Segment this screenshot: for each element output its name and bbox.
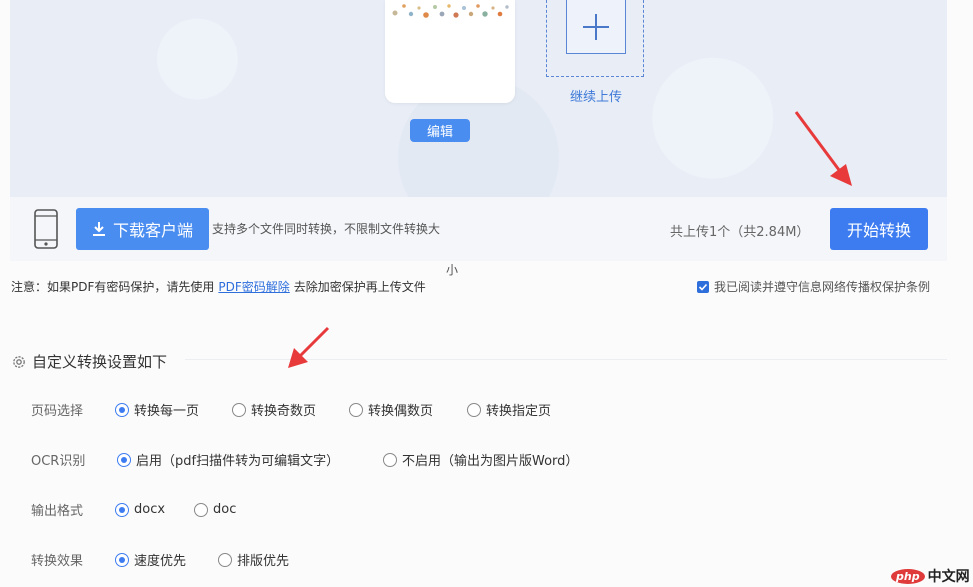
download-icon (92, 222, 105, 236)
download-client-button[interactable]: 下载客户端 (76, 208, 209, 250)
output-format-row: 输出格式 docx doc (31, 500, 236, 519)
file-thumbnail[interactable] (385, 0, 515, 103)
radio-layout-first[interactable] (218, 552, 232, 567)
option-every-page-label: 转换每一页 (134, 404, 200, 419)
upload-total-text: 共上传1个（共2.84M） (670, 225, 810, 240)
option-docx[interactable]: docx (115, 502, 194, 517)
option-odd-pages-label: 转换奇数页 (251, 404, 317, 419)
radio-doc[interactable] (194, 502, 208, 517)
agreement-label: 我已阅读并遵守信息网络传播权保护条例 (714, 280, 931, 294)
option-specific-pages-label: 转换指定页 (486, 404, 552, 419)
option-ocr-enable[interactable]: 启用（pdf扫描件转为可编辑文字） (117, 450, 383, 469)
settings-title-text: 自定义转换设置如下 (32, 353, 168, 371)
download-client-label: 下载客户端 (112, 221, 193, 240)
php-watermark-text: 中文网 (927, 569, 970, 585)
radio-specific-pages[interactable] (467, 402, 481, 417)
option-speed-first-label: 速度优先 (134, 554, 187, 569)
option-specific-pages[interactable]: 转换指定页 (467, 400, 551, 419)
conversion-effect-label: 转换效果 (31, 554, 84, 569)
red-arrow-start-convert (794, 111, 852, 186)
radio-speed-first[interactable] (115, 552, 129, 567)
settings-title: 自定义转换设置如下 (11, 351, 167, 372)
notice-prefix: 注意：如果PDF有密码保护，请先使用 (11, 280, 215, 294)
output-format-label: 输出格式 (31, 504, 84, 519)
support-text-wrap: 小 (446, 263, 459, 277)
password-notice: 注意：如果PDF有密码保护，请先使用 PDF密码解除 去除加密保护再上传文件 (11, 278, 426, 295)
php-watermark: php 中文网 (891, 565, 973, 587)
option-doc[interactable]: doc (194, 502, 236, 517)
radio-ocr-disable[interactable] (383, 452, 397, 467)
ocr-label: OCR识别 (31, 454, 86, 469)
option-every-page[interactable]: 转换每一页 (115, 400, 232, 419)
option-ocr-enable-label: 启用（pdf扫描件转为可编辑文字） (136, 454, 340, 469)
php-logo: php (891, 568, 925, 584)
option-even-pages[interactable]: 转换偶数页 (349, 400, 467, 419)
option-odd-pages[interactable]: 转换奇数页 (232, 400, 349, 419)
check-icon (698, 283, 708, 291)
ocr-row: OCR识别 启用（pdf扫描件转为可编辑文字） 不启用（输出为图片版Word） (31, 450, 578, 469)
action-bar: 下载客户端 支持多个文件同时转换，不限制文件转换大 小 共上传1个（共2.84M… (10, 197, 947, 277)
agreement: 我已阅读并遵守信息网络传播权保护条例 (697, 278, 930, 295)
file-preview-image (392, 4, 509, 18)
support-text: 支持多个文件同时转换，不限制文件转换大 (212, 222, 441, 236)
option-doc-label: doc (213, 502, 237, 517)
option-ocr-disable[interactable]: 不启用（输出为图片版Word） (383, 450, 578, 469)
option-even-pages-label: 转换偶数页 (368, 404, 434, 419)
radio-docx[interactable] (115, 502, 129, 517)
page-selection-row: 页码选择 转换每一页 转换奇数页 转换偶数页 转换指定页 (31, 400, 551, 419)
radio-odd-pages[interactable] (232, 402, 246, 417)
red-arrow-settings (288, 326, 330, 368)
continue-upload-link[interactable]: 继续上传 (546, 86, 646, 105)
notice-suffix: 去除加密保护再上传文件 (293, 280, 426, 294)
radio-even-pages[interactable] (349, 402, 363, 417)
conversion-effect-row: 转换效果 速度优先 排版优先 (31, 550, 289, 569)
phone-icon (34, 209, 58, 249)
radio-every-page[interactable] (115, 402, 129, 417)
radio-ocr-enable[interactable] (117, 452, 131, 467)
plus-icon (583, 13, 609, 40)
agreement-checkbox[interactable] (697, 280, 709, 293)
option-layout-first-label: 排版优先 (237, 554, 290, 569)
pdf-password-remove-link[interactable]: PDF密码解除 (218, 280, 289, 294)
option-ocr-disable-label: 不启用（输出为图片版Word） (402, 454, 579, 469)
add-file-button[interactable] (566, 0, 626, 54)
option-layout-first[interactable]: 排版优先 (218, 550, 289, 569)
page: 编辑 继续上传 下载客户端 支持多个文件同时转换，不限制文件转换大 小 共上传1… (0, 0, 973, 587)
option-docx-label: docx (134, 502, 166, 517)
add-file-box[interactable] (546, 0, 644, 77)
edit-button[interactable]: 编辑 (410, 119, 470, 142)
option-speed-first[interactable]: 速度优先 (115, 550, 218, 569)
start-convert-button[interactable]: 开始转换 (830, 208, 928, 250)
gear-icon (13, 355, 25, 368)
page-selection-label: 页码选择 (31, 404, 84, 419)
